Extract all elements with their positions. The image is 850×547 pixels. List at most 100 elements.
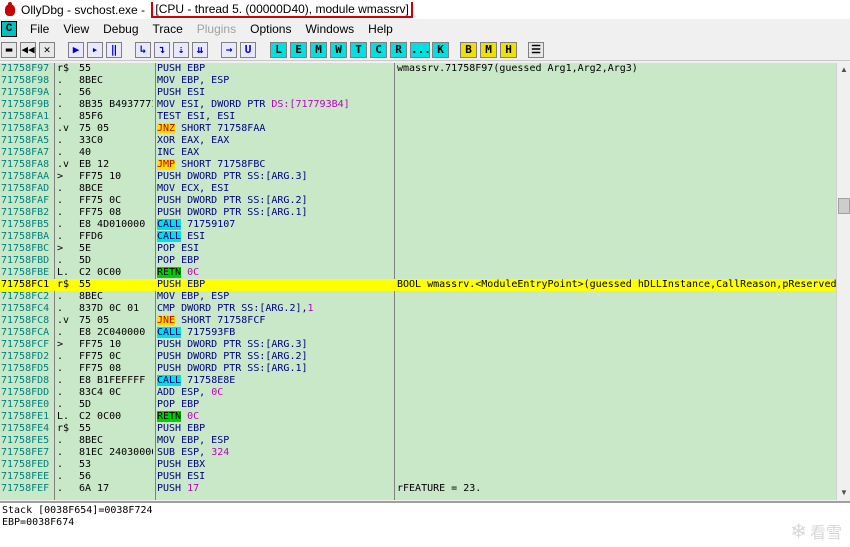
disasm-row[interactable]: 71758FA5. 33C0 XOR EAX, EAX [0,135,836,147]
log-window-button[interactable]: L [270,42,287,58]
list-menu-icon[interactable]: ☰ [528,42,544,58]
disasm-row[interactable]: 71758FDD. 83C4 0C ADD ESP, 0C [0,387,836,399]
disasm-address: 71758FA5 [1,135,50,146]
disasm-row[interactable]: 71758FD2. FF75 0C PUSH DWORD PTR SS:[ARG.2… [0,351,836,363]
disasm-instruction: CALL 71759107 [157,219,236,230]
disasm-row[interactable]: 71758FB2. FF75 08 PUSH DWORD PTR SS:[ARG.1… [0,207,836,219]
disasm-hex-bytes: FF75 10 [79,171,122,182]
execute-till-return-icon[interactable]: → [221,42,237,58]
open-folder-icon[interactable]: ▬ [1,42,17,58]
scroll-up-icon[interactable]: ▲ [837,63,850,77]
disasm-instruction: MOV ECX, ESI [157,183,230,194]
memory-breakpoints-button[interactable]: M [480,42,497,58]
disasm-row[interactable]: 71758FE1 L. C2 0C00 RETN 0C [0,411,836,423]
disasm-row[interactable]: 71758FD5. FF75 08 PUSH DWORD PTR SS:[ARG.1… [0,363,836,375]
disasm-row[interactable]: 71758FAA > FF75 10 PUSH DWORD PTR SS:[ARG.3… [0,171,836,183]
disasm-row[interactable]: 71758FE4 r$ 55 PUSH EBP [0,423,836,435]
call-stack-button[interactable]: K [432,42,449,58]
disasm-address: 71758FCF [1,339,50,350]
pause-icon[interactable]: ‖ [106,42,122,58]
disasm-row[interactable]: 71758FEE. 56 PUSH ESI [0,471,836,483]
disasm-instruction: JNE SHORT 71758FCF [157,315,266,326]
references-button[interactable]: R [390,42,407,58]
disasm-row[interactable]: 71758FAF. FF75 0C PUSH DWORD PTR SS:[ARG.2… [0,195,836,207]
disasm-row[interactable]: 71758FED. 53 PUSH EBX [0,459,836,471]
restart-icon[interactable]: ◀◀ [20,42,36,58]
disasm-address: 71758FD5 [1,363,50,374]
trace-into-icon[interactable]: ⇣ [173,42,189,58]
disasm-instruction: PUSH DWORD PTR SS:[ARG.1] [157,207,308,218]
disasm-instruction: POP EBP [157,255,200,266]
disasm-hex-bytes: 75 05 [79,315,110,326]
disasm-row-selected[interactable]: 71758FC1 r$ 55 PUSH EBP BOOL wmassrv.<Module… [0,279,836,291]
disassembly-scrollbar[interactable]: ▲ ▼ [836,63,850,500]
disasm-row[interactable]: 71758F97 r$ 55 PUSH EBP wmassrv.71758F97(gue… [0,63,836,75]
disasm-row[interactable]: 71758FBD. 5D POP EBP [0,255,836,267]
run-icon[interactable]: ▶ [68,42,84,58]
disasm-row[interactable]: 71758FC8 .v 75 05 JNE SHORT 71758FCF [0,315,836,327]
disasm-address: 71758FE7 [1,447,50,458]
disasm-branch-marker: r$ [57,63,70,74]
scroll-thumb[interactable] [838,198,850,214]
disasm-row[interactable]: 71758FE5. 8BEC MOV EBP, ESP [0,435,836,447]
windows-button[interactable]: W [330,42,347,58]
disasm-row[interactable]: 71758FAD. 8BCE MOV ECX, ESI [0,183,836,195]
disasm-row[interactable]: 71758FA8 .v EB 12 JMP SHORT 71758FBC [0,159,836,171]
disasm-branch-marker: . [57,291,64,302]
menu-options[interactable]: Options [243,19,298,39]
execute-till-user-code-icon[interactable]: U [240,42,256,58]
run-thread-icon[interactable]: ▸ [87,42,103,58]
disasm-instruction: POP ESI [157,243,200,254]
disasm-branch-marker: . [57,135,64,146]
menu-windows[interactable]: Windows [298,19,361,39]
disasm-row[interactable]: 71758FA7. 40 INC EAX [0,147,836,159]
disasm-hex-bytes: EB 12 [79,159,110,170]
disasm-row[interactable]: 71758FEF. 6A 17 PUSH 17 rFEATURE = 23. [0,483,836,495]
info-ebp-line: EBP=0038F674 [2,517,75,528]
cpu-button[interactable]: C [370,42,387,58]
disasm-row[interactable]: 71758FE7. 81EC 24030000 SUB ESP, 324 [0,447,836,459]
disasm-row[interactable]: 71758FA1. 85F6 TEST ESI, ESI [0,111,836,123]
disasm-instruction: JMP SHORT 71758FBC [157,159,266,170]
menu-trace[interactable]: Trace [146,19,190,39]
hardware-breakpoints-button[interactable]: H [500,42,517,58]
disasm-instruction: INC EAX [157,147,200,158]
step-into-icon[interactable]: ↳ [135,42,151,58]
disasm-row[interactable]: 71758F98. 8BEC MOV EBP, ESP [0,75,836,87]
disasm-row[interactable]: 71758FBA. FFD6 CALL ESI [0,231,836,243]
close-icon[interactable]: ✕ [39,42,55,58]
menu-plugins[interactable]: Plugins [190,19,243,39]
disasm-row[interactable]: 71758FBE L. C2 0C00 RETN 0C [0,267,836,279]
trace-over-icon[interactable]: ⇊ [192,42,208,58]
ollydbg-bug-icon[interactable] [3,1,17,17]
disasm-row[interactable]: 71758FC4. 837D 0C 01 CMP DWORD PTR SS:[ARG… [0,303,836,315]
disasm-row[interactable]: 71758FE0. 5D POP EBP [0,399,836,411]
run-trace-button[interactable]: ... [410,42,431,58]
disasm-row[interactable]: 71758FB5. E8 4D010000 CALL 71759107 [0,219,836,231]
info-stack-line: Stack [0038F654]=0038F724 [2,505,153,516]
disasm-row[interactable]: 71758FCF > FF75 10 PUSH DWORD PTR SS:[ARG.3… [0,339,836,351]
menu-help[interactable]: Help [361,19,400,39]
disasm-row[interactable]: 71758FC2. 8BEC MOV EBP, ESP [0,291,836,303]
disasm-instruction: PUSH ESI [157,87,206,98]
menu-file[interactable]: File [23,19,56,39]
disasm-row[interactable]: 71758F9B. 8B35 B4937771 MOV ESI, DWORD PTR… [0,99,836,111]
disasm-row[interactable]: 71758F9A. 56 PUSH ESI [0,87,836,99]
scroll-down-icon[interactable]: ▼ [837,486,850,500]
breakpoints-button[interactable]: B [460,42,477,58]
threads-button[interactable]: T [350,42,367,58]
info-pane: Stack [0038F654]=0038F724 EBP=0038F674 ❄… [0,501,850,547]
menu-debug[interactable]: Debug [96,19,145,39]
menu-view[interactable]: View [56,19,96,39]
disasm-row[interactable]: 71758FA3 .v 75 05 JNZ SHORT 71758FAA [0,123,836,135]
disasm-row[interactable]: 71758FBC >5E POP ESI [0,243,836,255]
executables-button[interactable]: E [290,42,307,58]
disasm-row[interactable]: 71758FD8. E8 B1FEFFFF CALL 71758E8E [0,375,836,387]
disasm-branch-marker: . [57,483,64,494]
disassembly-pane[interactable]: 71758F97 r$ 55 PUSH EBP wmassrv.71758F97(gue… [0,63,836,500]
disasm-address: 71758FD8 [1,375,50,386]
cpu-window-icon[interactable]: C [1,21,17,37]
step-over-icon[interactable]: ↴ [154,42,170,58]
disasm-row[interactable]: 71758FCA. E8 2C040000 CALL 717593FB [0,327,836,339]
memory-map-button[interactable]: M [310,42,327,58]
